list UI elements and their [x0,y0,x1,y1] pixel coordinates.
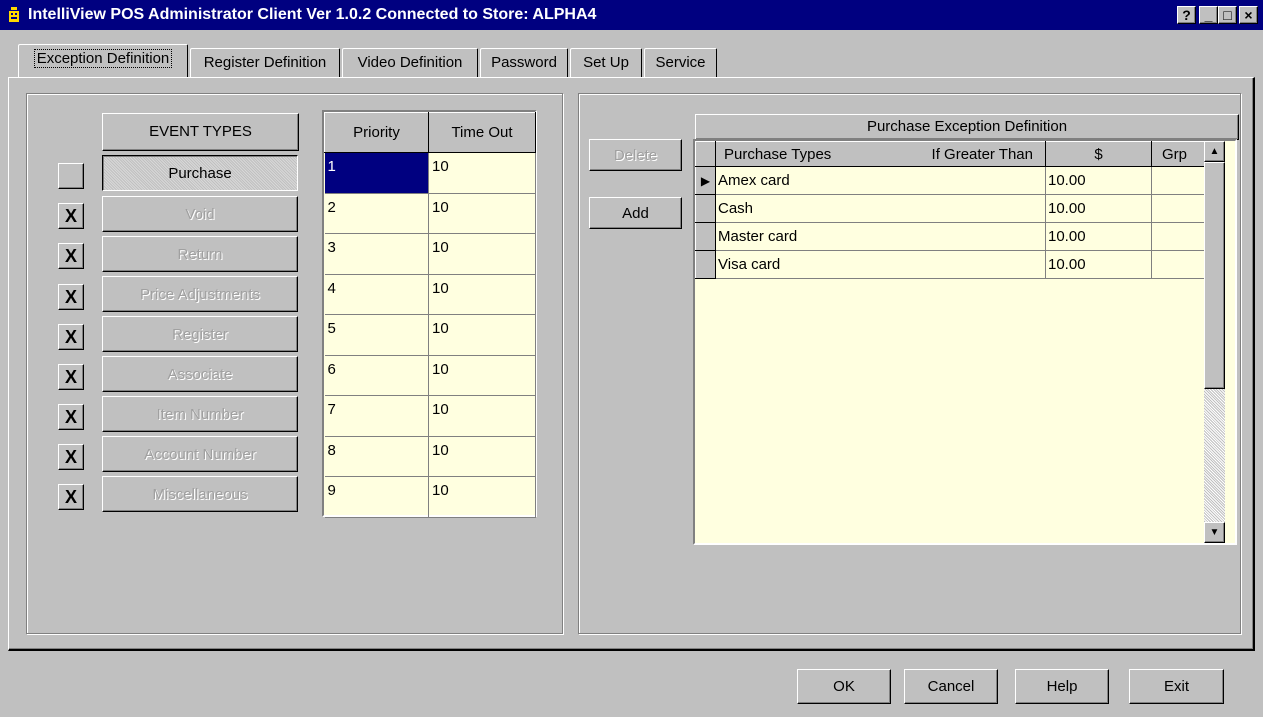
priority-row[interactable]: 9 10 [324,476,536,518]
timeout-cell[interactable]: 10 [428,395,536,437]
event-button-item-number[interactable]: Item Number [102,396,298,432]
tab-set-up[interactable]: Set Up [570,48,642,77]
priority-row[interactable]: 2 10 [324,193,536,234]
scroll-thumb[interactable] [1204,162,1225,389]
grp-cell[interactable] [1151,250,1205,279]
purchase-type-cell[interactable]: Amex card [715,166,1046,195]
amount-cell[interactable]: 10.00 [1045,166,1152,195]
priority-row[interactable]: 6 10 [324,355,536,396]
row-selector[interactable] [695,194,716,223]
minimize-button[interactable]: _ [1199,6,1218,24]
column-header-priority[interactable]: Priority [324,112,429,153]
column-header-time-out[interactable]: Time Out [428,112,536,153]
title-bar[interactable]: IntelliView POS Administrator Client Ver… [0,0,1263,30]
event-checkbox-account-number[interactable]: X [58,444,84,470]
priority-row[interactable]: 5 10 [324,314,536,356]
priority-grid[interactable]: Priority Time Out 1 10 2 10 3 10 4 10 5 [322,110,537,518]
timeout-cell[interactable]: 10 [428,152,536,194]
purchase-grid-title: Purchase Exception Definition [695,114,1239,140]
grp-cell[interactable] [1151,194,1205,223]
priority-cell[interactable]: 1 [324,152,429,194]
timeout-cell[interactable]: 10 [428,193,536,234]
timeout-cell[interactable]: 10 [428,314,536,356]
priority-cell[interactable]: 2 [324,193,429,234]
event-types-header: EVENT TYPES [102,113,299,151]
event-checkbox-miscellaneous[interactable]: X [58,484,84,510]
table-row[interactable]: ▶ Amex card 10.00 [695,166,1205,195]
event-checkbox-associate[interactable]: X [58,364,84,390]
timeout-cell[interactable]: 10 [428,476,536,518]
priority-cell[interactable]: 6 [324,355,429,396]
priority-row[interactable]: 1 10 [324,152,536,194]
timeout-cell[interactable]: 10 [428,233,536,275]
help-button[interactable]: Help [1015,669,1109,704]
priority-row[interactable]: 7 10 [324,395,536,437]
row-selector[interactable] [695,250,716,279]
scroll-down-icon[interactable]: ▼ [1204,522,1225,543]
table-row[interactable]: Visa card 10.00 [695,250,1205,279]
scroll-up-icon[interactable]: ▲ [1204,141,1225,162]
ok-button[interactable]: OK [797,669,891,704]
event-button-account-number[interactable]: Account Number [102,436,298,472]
event-button-associate[interactable]: Associate [102,356,298,392]
tab-exception-definition[interactable]: Exception Definition [18,44,188,77]
column-header-grp[interactable]: Grp [1151,141,1205,167]
event-button-price-adjustments[interactable]: Price Adjustments [102,276,298,312]
event-checkbox-price-adjustments[interactable]: X [58,284,84,310]
priority-cell[interactable]: 4 [324,274,429,315]
priority-row[interactable]: 8 10 [324,436,536,477]
timeout-cell[interactable]: 10 [428,274,536,315]
priority-cell[interactable]: 3 [324,233,429,275]
purchase-type-cell[interactable]: Cash [715,194,1046,223]
row-pointer-icon[interactable]: ▶ [695,166,716,195]
exit-button[interactable]: Exit [1129,669,1224,704]
purchase-type-cell[interactable]: Visa card [715,250,1046,279]
delete-button[interactable]: Delete [589,139,682,171]
row-selector[interactable] [695,222,716,251]
event-button-purchase[interactable]: Purchase [102,155,298,191]
event-checkbox-return[interactable]: X [58,243,84,269]
column-header-purchase-types[interactable]: Purchase Types If Greater Than [715,141,1046,167]
priority-cell[interactable]: 7 [324,395,429,437]
priority-cell[interactable]: 9 [324,476,429,518]
amount-cell[interactable]: 10.00 [1045,250,1152,279]
event-button-void[interactable]: Void [102,196,298,232]
row-indicator-header [695,141,716,167]
purchase-type-cell[interactable]: Master card [715,222,1046,251]
timeout-cell[interactable]: 10 [428,436,536,477]
amount-cell[interactable]: 10.00 [1045,222,1152,251]
priority-row[interactable]: 4 10 [324,274,536,315]
tab-video-definition[interactable]: Video Definition [342,48,478,77]
event-checkbox-register[interactable]: X [58,324,84,350]
maximize-button[interactable]: □ [1218,6,1237,24]
priority-cell[interactable]: 5 [324,314,429,356]
tab-service[interactable]: Service [644,48,717,77]
timeout-cell[interactable]: 10 [428,355,536,396]
cancel-button[interactable]: Cancel [904,669,998,704]
window-title: IntelliView POS Administrator Client Ver… [28,6,597,23]
tab-password[interactable]: Password [480,48,568,77]
help-title-button[interactable]: ? [1177,6,1196,24]
grp-cell[interactable] [1151,166,1205,195]
priority-row[interactable]: 3 10 [324,233,536,275]
app-icon [9,7,19,22]
add-button[interactable]: Add [589,197,682,229]
priority-cell[interactable]: 8 [324,436,429,477]
event-button-return[interactable]: Return [102,236,298,272]
close-button[interactable]: × [1239,6,1258,24]
amount-cell[interactable]: 10.00 [1045,194,1152,223]
table-row[interactable]: Master card 10.00 [695,222,1205,251]
purchase-exception-grid[interactable]: Purchase Types If Greater Than $ Grp ▶ A… [693,139,1237,545]
tab-register-definition[interactable]: Register Definition [190,48,340,77]
event-checkbox-void[interactable]: X [58,203,84,229]
event-button-miscellaneous[interactable]: Miscellaneous [102,476,298,512]
event-button-register[interactable]: Register [102,316,298,352]
grp-cell[interactable] [1151,222,1205,251]
table-row[interactable]: Cash 10.00 [695,194,1205,223]
column-header-amount[interactable]: $ [1045,141,1152,167]
event-checkbox-purchase[interactable] [58,163,84,189]
event-checkbox-item-number[interactable]: X [58,404,84,430]
vertical-scrollbar[interactable]: ▲ ▼ [1204,141,1225,543]
